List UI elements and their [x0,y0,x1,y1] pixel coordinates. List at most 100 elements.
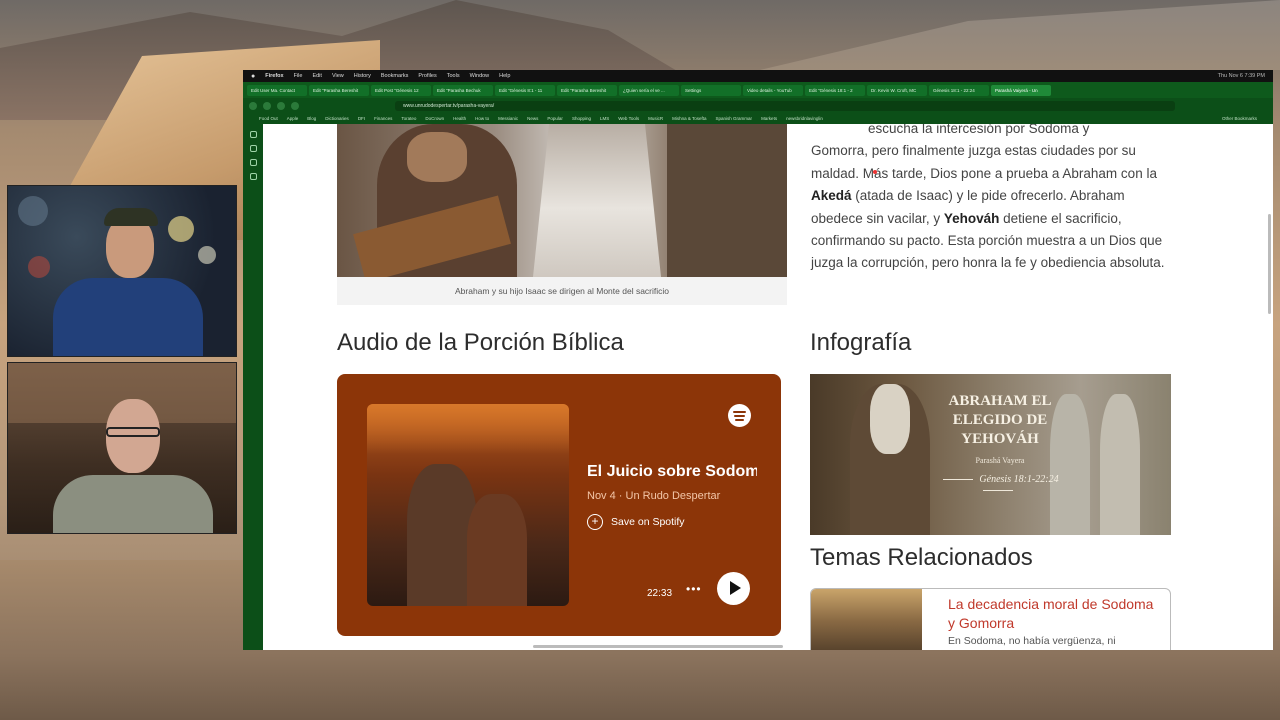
mouse-cursor [873,170,877,174]
bookmark-item[interactable]: Spanish Grammar [716,116,753,121]
host-2-glasses [106,427,160,437]
infographic-subtitle: Parashá Vayera [975,456,1025,465]
bookmark-item[interactable]: Blog [307,116,316,121]
browser-window: ● Firefox File Edit View History Bookmar… [243,70,1273,650]
browser-tab[interactable]: ¿Quien sería el ve ... [619,84,679,96]
browser-tab[interactable]: Video details - YouTub [743,84,803,96]
browser-tab[interactable]: Edit "Parasha Bereshit [309,84,369,96]
menu-edit[interactable]: Edit [312,73,321,79]
hero-image-abraham-isaac [337,124,787,277]
menu-firefox[interactable]: Firefox [265,73,283,79]
bookmark-item[interactable]: Messianic [498,116,518,121]
host-2-torso [53,475,213,533]
page-content: Abraham y su hijo Isaac se dirigen al Mo… [263,124,1273,650]
bookmark-item[interactable]: MusicR [648,116,663,121]
bookmark-item[interactable]: DoCrown [425,116,444,121]
related-card-snippet: En Sodoma, no había vergüenza, ni [948,635,1116,647]
bookmark-item[interactable]: LMS [600,116,609,121]
spotify-logo-icon[interactable] [728,404,751,427]
history-icon[interactable] [249,159,257,166]
related-card[interactable]: La decadencia moral de Sodoma y Gomorra … [810,588,1171,650]
article-paragraph: escucha la intercesión por Sodoma y Gomo… [811,124,1171,275]
browser-sidebar [243,124,263,650]
episode-artwork[interactable] [367,404,569,606]
browser-tab[interactable]: Settings [681,84,741,96]
ai-chat-icon[interactable] [249,131,257,138]
bookmark-item[interactable]: Shopping [572,116,591,121]
host-1-cap [104,208,158,226]
infographic-reference: Génesis 18:1-22:24 [918,474,1078,496]
reload-icon[interactable] [291,101,299,110]
save-label: Save on Spotify [611,516,685,528]
webcam-host-2 [7,362,237,534]
play-button[interactable] [717,572,750,605]
browser-tab[interactable]: Edit "Parasha Bereshit [557,84,617,96]
menu-profiles[interactable]: Profiles [418,73,436,79]
menu-window[interactable]: Window [470,73,490,79]
webcam-host-1 [7,185,237,357]
menubar-clock: Thu Nov 6 7:39 PM [1217,73,1265,79]
browser-tab[interactable]: Génesis 18:1 - 22:24 [929,84,989,96]
menu-history[interactable]: History [354,73,371,79]
backdrop-far-hills [760,0,1280,70]
bookmark-item[interactable]: Torateo [401,116,416,121]
host-1-torso [53,278,203,356]
back-icon[interactable] [263,101,271,110]
browser-tab[interactable]: Edit "Parasha Bechuk [433,84,493,96]
browser-tab-active[interactable]: Parashá Vaiyerá - Un [991,84,1051,96]
sidebar-toggle-icon[interactable] [249,101,257,110]
menu-help[interactable]: Help [499,73,510,79]
bookmark-item[interactable]: Markets [761,116,777,121]
forward-icon[interactable] [277,101,285,110]
bookmark-item[interactable]: Other Bookmarks [1222,116,1257,121]
paragraph-text: Gomorra, pero finalmente juzga estas ciu… [811,143,1157,181]
bookmarks-bar: Food Out Apple Blog Dictionaries DFI Fin… [243,113,1273,124]
audio-heading: Audio de la Porción Bíblica [337,329,624,356]
infographic-title: ABRAHAM EL ELEGIDO DE YEHOVÁH [948,393,1052,447]
bookmark-item[interactable]: Apple [287,116,299,121]
browser-tab[interactable]: Edit "Génesis 8:1 - 11 [495,84,555,96]
bookmarks-icon[interactable] [249,145,257,152]
browser-tab[interactable]: Dr. Kevin W. Croft, MC [867,84,927,96]
browser-tab[interactable]: Edit User Ma. Contact [247,84,307,96]
bookmark-item[interactable]: Health [453,116,466,121]
term-akeda: Akedá [811,188,852,204]
bookmark-item[interactable]: Food Out [259,116,278,121]
infographic-image[interactable]: ABRAHAM EL ELEGIDO DE YEHOVÁH Parashá Va… [810,374,1171,535]
related-card-image[interactable] [811,589,922,650]
episode-subtitle[interactable]: Nov 4 · Un Rudo Despertar [587,490,720,502]
bookmark-item[interactable]: Mishna & Tosefta [672,116,706,121]
bookmark-item[interactable]: How to [475,116,489,121]
episode-title[interactable]: El Juicio sobre Sodoma [587,463,757,481]
nav-bar: www.unrudodespertar.tv/parasha-vayera/ [243,98,1273,113]
save-on-spotify-button[interactable]: + Save on Spotify [587,514,685,530]
bookmark-item[interactable]: Dictionaries [325,116,349,121]
hero-caption: Abraham y su hijo Isaac se dirigen al Mo… [337,277,787,305]
star-icon[interactable] [249,173,257,180]
bookmark-item[interactable]: newsbridnlavinglin [786,116,823,121]
bookmark-item[interactable]: Popular [547,116,563,121]
vertical-scrollbar[interactable] [1268,214,1271,314]
browser-tab[interactable]: Edit Post "Génesis 12 [371,84,431,96]
related-heading: Temas Relacionados [810,544,1033,571]
apple-icon[interactable]: ● [251,73,255,80]
more-options-icon[interactable]: ••• [686,582,702,596]
paragraph-line-0: escucha la intercesión por Sodoma y [868,124,1090,136]
bookmark-item[interactable]: Web Tools [618,116,639,121]
menu-bookmarks[interactable]: Bookmarks [381,73,409,79]
tab-bar: Edit User Ma. Contact Edit "Parasha Bere… [243,82,1273,98]
url-bar[interactable]: www.unrudodespertar.tv/parasha-vayera/ [395,100,1175,111]
menu-tools[interactable]: Tools [447,73,460,79]
episode-duration: 22:33 [647,588,673,599]
menu-file[interactable]: File [294,73,303,79]
menu-view[interactable]: View [332,73,344,79]
bookmark-item[interactable]: Finances [374,116,392,121]
plus-circle-icon: + [587,514,603,530]
bookmark-item[interactable]: DFI [358,116,365,121]
bookmark-item[interactable]: News [527,116,538,121]
infografia-heading: Infografía [810,329,912,356]
spotify-embed[interactable]: El Juicio sobre Sodoma Nov 4 · Un Rudo D… [337,374,781,636]
horizontal-scrollbar[interactable] [533,645,783,648]
related-card-title[interactable]: La decadencia moral de Sodoma y Gomorra [948,595,1158,633]
browser-tab[interactable]: Edit "Génesis 18:1 - 2 [805,84,865,96]
